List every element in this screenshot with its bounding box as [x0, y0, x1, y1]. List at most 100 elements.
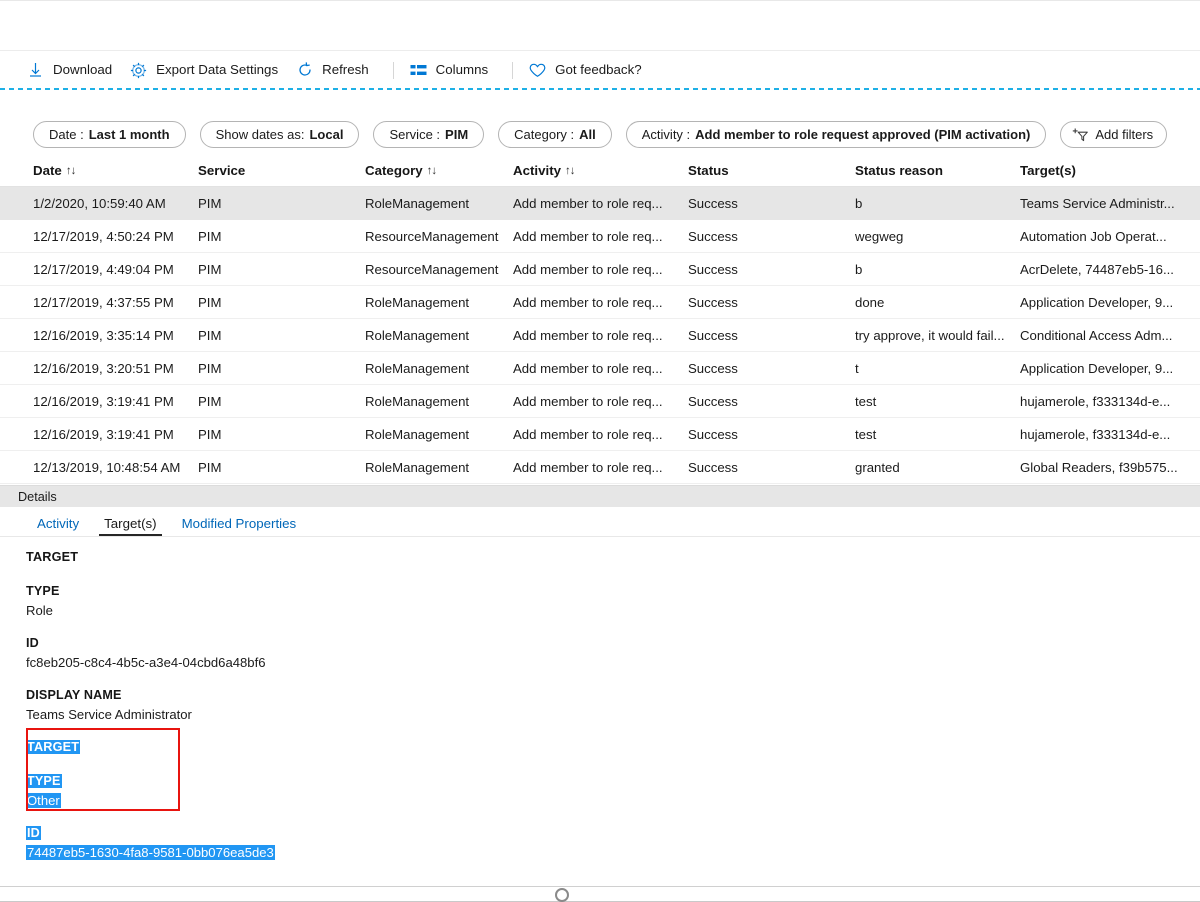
column-header-date[interactable]: Date ↑↓ [33, 163, 198, 178]
cell-status-reason: wegweg [855, 229, 1020, 244]
column-header-status-reason-label: Status reason [855, 163, 943, 178]
field-type: TYPERole [26, 584, 1200, 618]
field-id-label: ID [26, 826, 1200, 840]
add-filters-button[interactable]: Add filters [1060, 121, 1167, 148]
export-data-settings-label: Export Data Settings [156, 63, 278, 76]
cell-status-reason: b [855, 262, 1020, 277]
cell-targets: Application Developer, 9... [1020, 295, 1190, 310]
cell-status-reason: test [855, 394, 1020, 409]
cell-status: Success [688, 328, 855, 343]
gear-icon [129, 61, 148, 80]
field-display-name-label: DISPLAY NAME [26, 688, 1200, 702]
table-row[interactable]: 12/16/2019, 3:19:41 PMPIMRoleManagementA… [0, 418, 1200, 451]
download-icon [26, 61, 45, 80]
table-row[interactable]: 12/13/2019, 10:48:54 AMPIMRoleManagement… [0, 451, 1200, 484]
cell-service: PIM [198, 295, 365, 310]
filter-pill-show-dates-as-value: Local [309, 127, 343, 142]
refresh-button[interactable]: Refresh [291, 56, 378, 84]
column-header-status-reason[interactable]: Status reason [855, 163, 1020, 178]
cell-service: PIM [198, 196, 365, 211]
tab-modified-properties[interactable]: Modified Properties [175, 516, 304, 536]
cell-date: 12/17/2019, 4:37:55 PM [33, 295, 198, 310]
column-header-targets-label: Target(s) [1020, 163, 1076, 178]
column-header-service[interactable]: Service [198, 163, 365, 178]
cell-activity: Add member to role req... [513, 328, 688, 343]
details-bar-label: Details [18, 490, 57, 504]
sort-toggle-date[interactable]: ↑↓ [66, 165, 76, 177]
sort-toggle-category[interactable]: ↑↓ [427, 165, 437, 177]
page-top-strip [0, 0, 1200, 51]
filter-pill-service-key: Service : [389, 127, 440, 142]
cell-service: PIM [198, 361, 365, 376]
columns-button[interactable]: Columns [405, 56, 497, 84]
cell-targets: hujamerole, f333134d-e... [1020, 427, 1190, 442]
add-filters-label: Add filters [1095, 127, 1153, 142]
field-type-label: TYPE [26, 774, 1200, 788]
audit-logs-page: Download Export Data Settings Refresh [0, 0, 1200, 902]
field-id-label-text: ID [26, 826, 41, 840]
cell-targets: AcrDelete, 74487eb5-16... [1020, 262, 1190, 277]
cell-status: Success [688, 196, 855, 211]
filter-pill-service[interactable]: Service : PIM [373, 121, 484, 148]
cell-category: RoleManagement [365, 328, 513, 343]
columns-icon [409, 61, 428, 80]
filter-pill-activity[interactable]: Activity : Add member to role request ap… [626, 121, 1047, 148]
pane-resize-splitter[interactable] [0, 886, 1200, 902]
cell-targets: Global Readers, f39b575... [1020, 460, 1190, 475]
details-tablist: Activity Target(s) Modified Properties [0, 507, 1200, 537]
filter-pill-category-key: Category : [514, 127, 574, 142]
filter-pill-show-dates-as[interactable]: Show dates as: Local [200, 121, 360, 148]
cell-targets: Teams Service Administr... [1020, 196, 1190, 211]
cell-status-reason: t [855, 361, 1020, 376]
toolbar-divider-1 [393, 62, 394, 79]
cell-service: PIM [198, 262, 365, 277]
cell-status: Success [688, 394, 855, 409]
cell-status: Success [688, 460, 855, 475]
resize-grip-icon[interactable] [555, 888, 569, 902]
cell-activity: Add member to role req... [513, 427, 688, 442]
filter-pill-date-key: Date : [49, 127, 84, 142]
cell-activity: Add member to role req... [513, 394, 688, 409]
got-feedback-button[interactable]: Got feedback? [524, 56, 651, 84]
cell-category: RoleManagement [365, 361, 513, 376]
filter-pill-activity-value: Add member to role request approved (PIM… [695, 127, 1030, 142]
table-row[interactable]: 12/17/2019, 4:37:55 PMPIMRoleManagementA… [0, 286, 1200, 319]
filter-pill-service-value: PIM [445, 127, 468, 142]
cell-status-reason: test [855, 427, 1020, 442]
tab-activity[interactable]: Activity [30, 516, 86, 536]
cell-category: ResourceManagement [365, 262, 513, 277]
cell-date: 12/13/2019, 10:48:54 AM [33, 460, 198, 475]
table-row[interactable]: 12/16/2019, 3:20:51 PMPIMRoleManagementA… [0, 352, 1200, 385]
refresh-icon [295, 61, 314, 80]
heart-icon [528, 61, 547, 80]
field-type-value: Role [26, 603, 1200, 618]
field-type-value-text: Other [26, 793, 61, 808]
column-header-category-label: Category [365, 163, 423, 178]
table-row[interactable]: 1/2/2020, 10:59:40 AMPIMRoleManagementAd… [0, 187, 1200, 220]
sort-toggle-activity[interactable]: ↑↓ [565, 165, 575, 177]
table-row[interactable]: 12/16/2019, 3:35:14 PMPIMRoleManagementA… [0, 319, 1200, 352]
cell-category: ResourceManagement [365, 229, 513, 244]
export-data-settings-button[interactable]: Export Data Settings [125, 56, 287, 84]
cell-category: RoleManagement [365, 394, 513, 409]
cell-status-reason: granted [855, 460, 1020, 475]
column-header-activity[interactable]: Activity ↑↓ [513, 163, 688, 178]
download-button[interactable]: Download [22, 56, 121, 84]
table-row[interactable]: 12/17/2019, 4:49:04 PMPIMResourceManagem… [0, 253, 1200, 286]
filter-pill-date[interactable]: Date : Last 1 month [33, 121, 186, 148]
column-header-status[interactable]: Status [688, 163, 855, 178]
column-header-activity-label: Activity [513, 163, 561, 178]
target-heading: TARGET [26, 740, 1200, 754]
column-header-targets[interactable]: Target(s) [1020, 163, 1190, 178]
cell-activity: Add member to role req... [513, 262, 688, 277]
cell-date: 12/17/2019, 4:49:04 PM [33, 262, 198, 277]
cell-targets: Automation Job Operat... [1020, 229, 1190, 244]
table-row[interactable]: 12/16/2019, 3:19:41 PMPIMRoleManagementA… [0, 385, 1200, 418]
column-header-category[interactable]: Category ↑↓ [365, 163, 513, 178]
target-heading: TARGET [26, 550, 1200, 564]
table-row[interactable]: 12/17/2019, 4:50:24 PMPIMResourceManagem… [0, 220, 1200, 253]
filter-pill-category[interactable]: Category : All [498, 121, 612, 148]
tab-target-s[interactable]: Target(s) [97, 516, 163, 536]
column-header-status-label: Status [688, 163, 729, 178]
download-label: Download [53, 63, 112, 76]
